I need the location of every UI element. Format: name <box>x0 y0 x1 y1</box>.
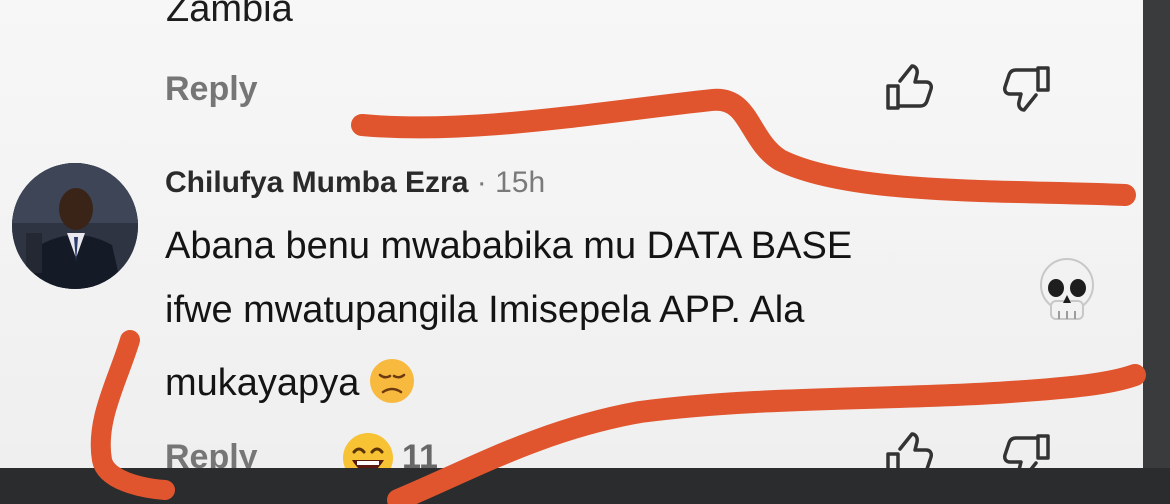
profile-photo <box>12 163 138 289</box>
thumbs-down-icon <box>1003 434 1050 468</box>
bottom-bar <box>0 468 1170 504</box>
timestamp: 15h <box>495 166 546 199</box>
reply-button[interactable]: Reply <box>165 70 258 109</box>
dislike-button[interactable] <box>1000 60 1056 116</box>
comment-text-line-1: Abana benu mwababika mu DATA BASE <box>165 225 853 267</box>
comment-text-line-2: ifwe mwatupangila Imisepela APP. Ala <box>165 289 805 331</box>
like-button-comment[interactable] <box>880 428 936 468</box>
thumbs-down-icon <box>1003 66 1050 112</box>
reply-button-comment[interactable]: Reply <box>165 438 258 468</box>
reaction-count: 11 <box>402 438 438 468</box>
previous-comment-text: Zambia <box>166 0 293 30</box>
author-name[interactable]: Chilufya Mumba Ezra <box>165 166 468 199</box>
laughing-face-icon[interactable] <box>340 430 396 468</box>
thumbs-up-icon <box>886 64 933 110</box>
skull-icon <box>1035 255 1099 327</box>
separator-dot: · <box>476 166 487 199</box>
like-button[interactable] <box>880 60 936 116</box>
right-edge-strip <box>1143 0 1170 504</box>
dislike-button-comment[interactable] <box>1000 428 1056 468</box>
thumbs-up-icon <box>886 432 933 468</box>
comment-text-line-3: mukayapya <box>165 359 417 410</box>
unamused-face-icon <box>367 356 417 406</box>
avatar[interactable] <box>12 163 138 289</box>
comment-header: Chilufya Mumba Ezra · 15h <box>165 166 545 200</box>
screenshot-screen: Zambia Reply Chilufya Mumba Ezra · 15h A… <box>0 0 1143 468</box>
comment-text-line-3-text: mukayapya <box>165 362 360 405</box>
